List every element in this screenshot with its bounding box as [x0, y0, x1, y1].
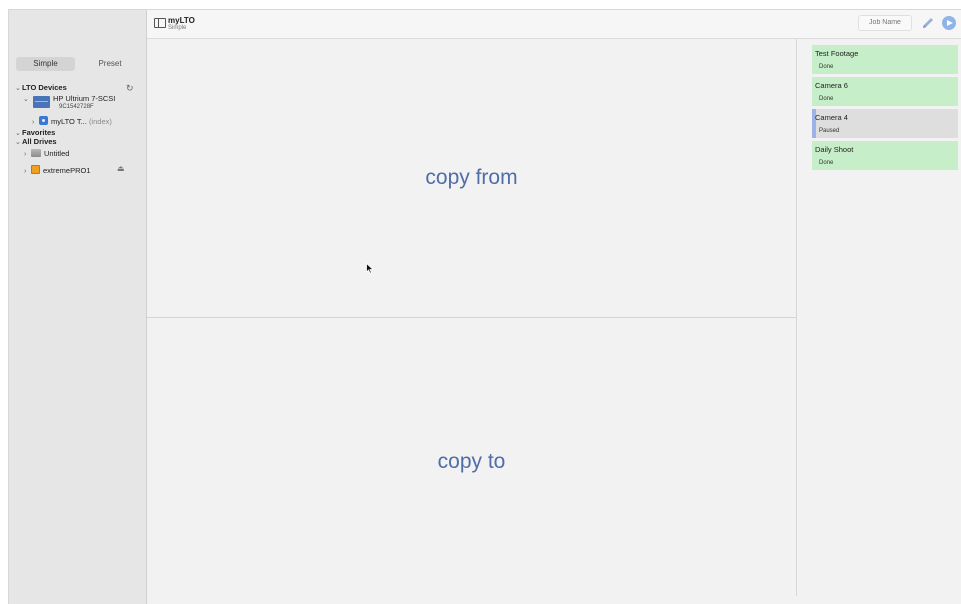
tape-name: myLTO T...: [51, 117, 87, 126]
copy-to-label: copy to: [437, 449, 506, 473]
mouse-cursor-icon: [366, 263, 374, 274]
segment-simple[interactable]: Simple: [16, 57, 75, 71]
external-drive-icon: [31, 165, 40, 174]
job-name-input[interactable]: [858, 15, 912, 31]
job-status: Done: [819, 64, 834, 70]
chevron-down-icon: ⌄: [15, 85, 21, 92]
chevron-right-icon: ›: [32, 119, 35, 126]
job-title: Camera 6: [815, 81, 848, 90]
app-subtitle: Simple: [168, 25, 187, 31]
job-status: Paused: [819, 128, 840, 134]
tape-drive-icon: [33, 96, 50, 108]
chevron-down-icon: ⌄: [15, 130, 21, 137]
job-title: Test Footage: [815, 49, 859, 58]
favorites-section[interactable]: ⌄Favorites: [15, 128, 55, 137]
refresh-icon[interactable]: ↻: [126, 83, 134, 94]
tape-row[interactable]: › myLTO T... (index): [32, 116, 112, 126]
chevron-down-icon: ⌄: [15, 139, 21, 146]
toolbar: myLTO Simple: [147, 10, 961, 39]
pencil-icon[interactable]: [921, 16, 935, 30]
copy-from-drop-zone[interactable]: copy from: [147, 39, 796, 318]
chevron-right-icon: ›: [24, 168, 27, 175]
drive-name: Untitled: [44, 149, 70, 158]
tape-icon: [39, 116, 48, 125]
play-button[interactable]: [942, 16, 956, 30]
drive-name: extremePRO1: [43, 166, 91, 175]
sidebar: Simple Preset ⌄LTO Devices ↻ ⌄ HP Ultriu…: [9, 10, 147, 604]
chevron-down-icon: ⌄: [23, 96, 29, 103]
segment-preset[interactable]: Preset: [80, 57, 140, 71]
device-name: HP Ultrium 7-SCSI: [53, 94, 116, 103]
job-status: Done: [819, 160, 834, 166]
job-item[interactable]: Camera 6 Done: [812, 77, 958, 106]
job-item[interactable]: Test Footage Done: [812, 45, 958, 74]
job-title: Daily Shoot: [815, 145, 854, 154]
job-status: Done: [819, 96, 834, 102]
mode-segmented-control: Simple Preset: [16, 57, 141, 71]
tape-suffix: (index): [88, 117, 112, 126]
main-area: copy from copy to: [147, 39, 796, 604]
eject-icon[interactable]: ⏏: [117, 164, 125, 173]
device-row[interactable]: ⌄: [23, 94, 30, 103]
all-drives-section[interactable]: ⌄All Drives: [15, 137, 57, 146]
job-item[interactable]: Camera 4 Paused: [812, 109, 958, 138]
job-item[interactable]: Daily Shoot Done: [812, 141, 958, 170]
chevron-right-icon: ›: [24, 151, 27, 158]
hard-drive-icon: [31, 149, 41, 157]
copy-to-drop-zone[interactable]: copy to: [147, 318, 796, 604]
job-title: Camera 4: [815, 113, 848, 122]
sidebar-toggle-icon[interactable]: [154, 18, 166, 28]
drive-row-extremepro1[interactable]: › extremePRO1: [24, 165, 91, 175]
copy-from-label: copy from: [425, 166, 518, 189]
drive-row-untitled[interactable]: › Untitled: [24, 149, 69, 158]
job-queue-panel: Test Footage Done Camera 6 Done Camera 4…: [796, 39, 961, 596]
device-serial: 9C1542728F: [59, 104, 94, 110]
app-window: Simple Preset ⌄LTO Devices ↻ ⌄ HP Ultriu…: [8, 9, 961, 604]
lto-devices-section[interactable]: ⌄LTO Devices: [15, 83, 67, 92]
app-title: myLTO: [168, 16, 195, 25]
